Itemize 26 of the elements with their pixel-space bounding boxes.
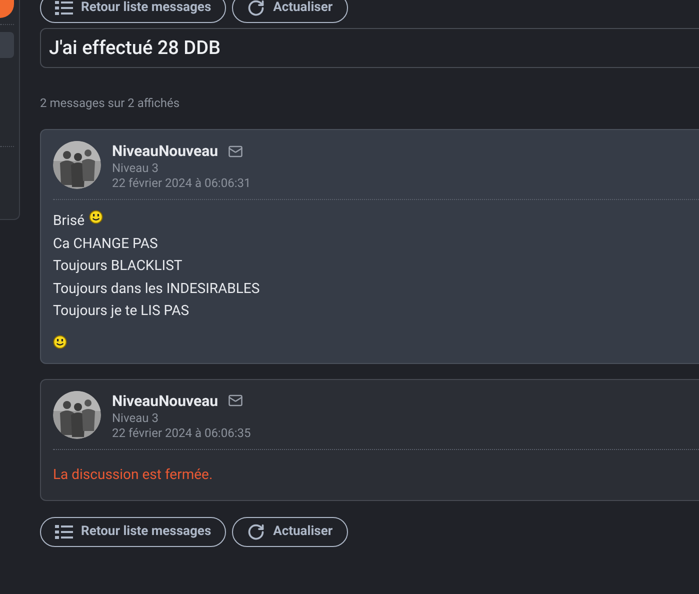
author-name[interactable]: NiveauNouveau [112,390,218,410]
thread-title: J'ai effectué 28 DDB [40,28,699,68]
refresh-button[interactable]: Actualiser [232,0,348,23]
refresh-button[interactable]: Actualiser [232,516,348,546]
back-to-list-button[interactable]: Retour liste messages [40,516,226,546]
list-icon [55,524,73,540]
user-level: Niveau 3 [112,161,160,176]
message-line: Toujours BLACKLIST [53,257,182,276]
smiley-icon [88,210,103,224]
user-level: Niveau 3 [112,410,160,426]
refresh-icon [247,522,266,540]
author-name[interactable]: NiveauNouveau [112,141,218,161]
refresh-icon [247,0,266,17]
mail-icon[interactable] [228,144,244,158]
smiley-icon [53,334,67,348]
message-line: Toujours je te LIS PAS [53,302,190,321]
mail-icon[interactable] [228,393,244,408]
closed-notice: La discussion est fermée. [53,466,213,482]
back-to-list-button[interactable]: Retour liste messages [40,0,226,23]
message-date: 22 février 2024 à 06:06:31 [112,176,251,191]
message-date: 22 février 2024 à 06:06:35 [112,426,251,440]
message-line: Brisé [53,212,85,231]
message-line: Toujours dans les INDESIRABLES [53,280,260,298]
message-count: 2 messages sur 2 affichés [40,95,181,112]
list-icon [55,0,73,16]
message-line: Ca CHANGE PAS [53,234,158,254]
